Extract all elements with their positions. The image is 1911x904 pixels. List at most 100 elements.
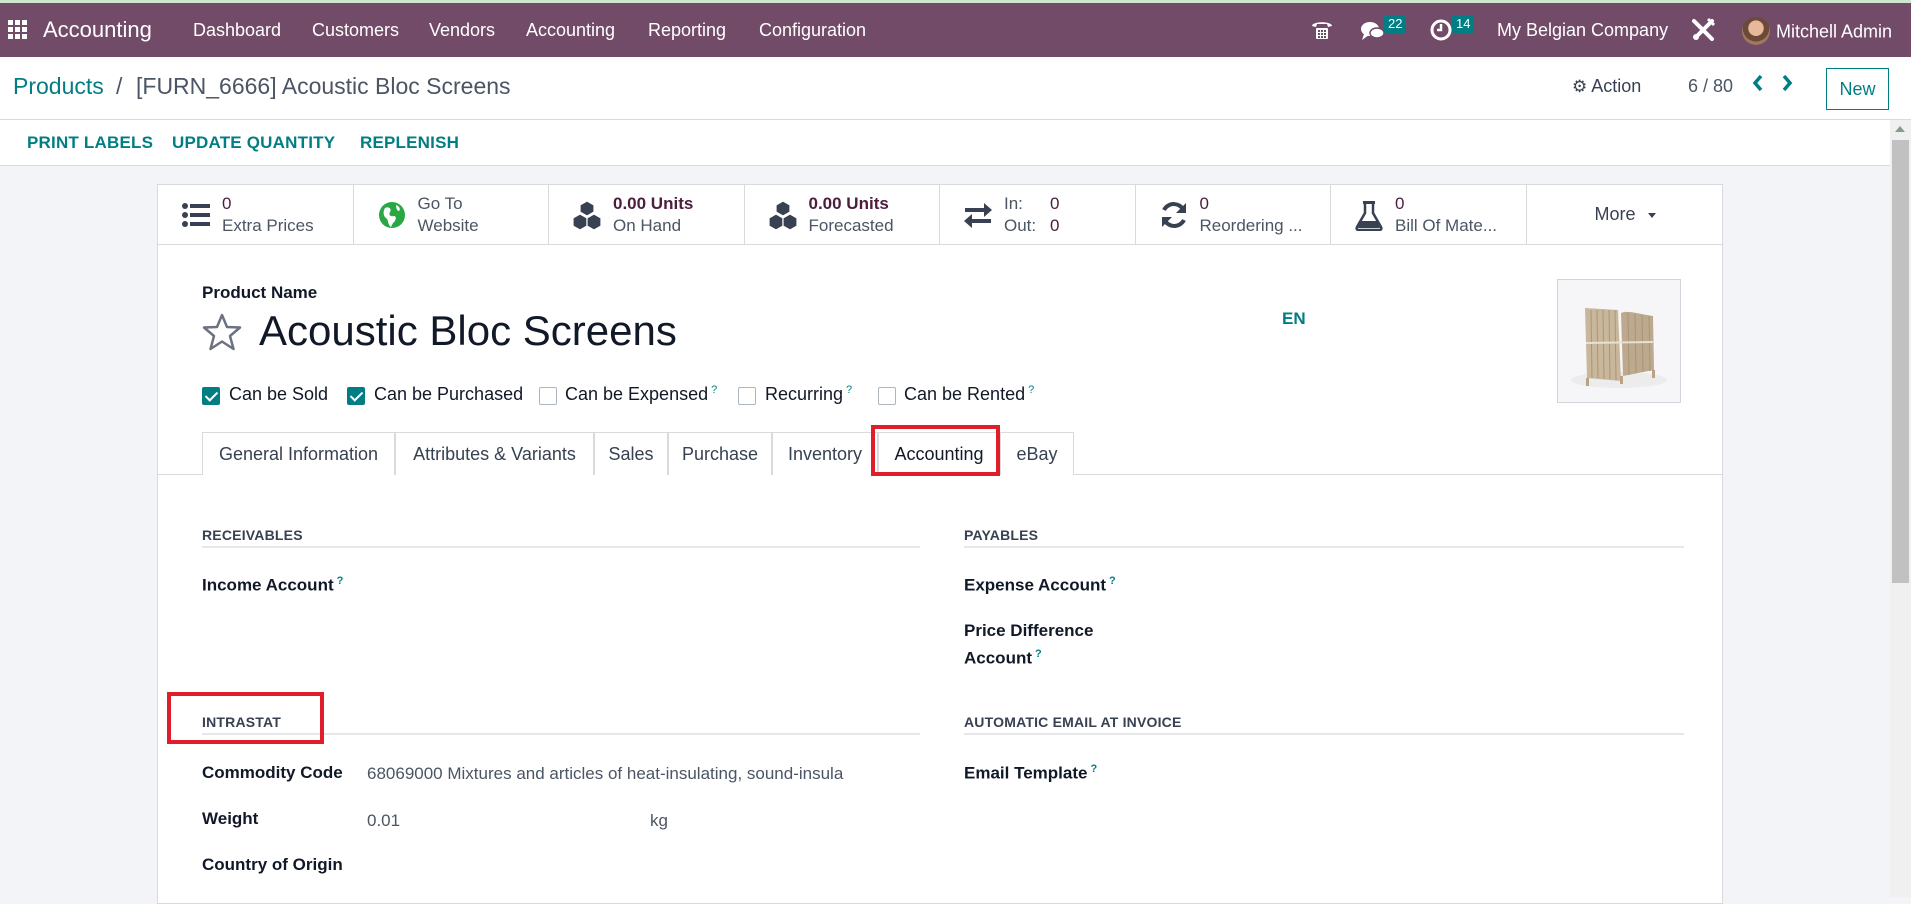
can-be-sold-checkbox[interactable]: [202, 387, 220, 405]
apps-menu-button[interactable]: [8, 3, 28, 57]
user-menu[interactable]: Mitchell Admin: [1742, 3, 1892, 57]
price-difference-account-input[interactable]: [1128, 617, 1678, 643]
help-icon[interactable]: ?: [846, 384, 852, 396]
tab-sales[interactable]: Sales: [594, 432, 668, 475]
tab-attributes-variants[interactable]: Attributes & Variants: [395, 432, 594, 475]
product-image[interactable]: [1557, 279, 1681, 403]
forecasted-button[interactable]: 0.00 Units Forecasted: [745, 185, 940, 244]
gear-icon: ⚙: [1572, 77, 1588, 96]
section-divider: [964, 733, 1684, 735]
can-be-purchased-checkbox[interactable]: [347, 387, 365, 405]
commodity-code-input[interactable]: 68069000 Mixtures and articles of heat-i…: [367, 764, 873, 784]
tab-accounting[interactable]: Accounting: [878, 432, 1000, 476]
replenish-button[interactable]: REPLENISH: [360, 120, 459, 166]
email-template-label: Email Template?: [964, 763, 1097, 784]
phone-icon: [1312, 22, 1332, 39]
smart-buttons-row: 0 Extra Prices Go To Website 0.00 Units …: [158, 185, 1722, 245]
voip-phone-button[interactable]: [1310, 3, 1334, 57]
language-button[interactable]: EN: [1282, 309, 1306, 329]
email-template-text: Email Template: [964, 763, 1088, 783]
page-scrollbar[interactable]: [1890, 120, 1911, 897]
top-navbar: Accounting Dashboard Customers Vendors A…: [0, 3, 1911, 57]
recurring-label[interactable]: Recurring?: [765, 384, 852, 405]
breadcrumb-separator: /: [116, 73, 123, 99]
activities-button[interactable]: [1430, 3, 1452, 57]
on-hand-button[interactable]: 0.00 Units On Hand: [549, 185, 745, 244]
bom-label: Bill Of Mate...: [1395, 216, 1498, 235]
in-out-moves-button[interactable]: In: 0 Out: 0: [940, 185, 1136, 244]
control-panel: Products / [FURN_6666] Acoustic Bloc Scr…: [0, 57, 1911, 120]
help-icon[interactable]: ?: [711, 384, 717, 396]
help-icon[interactable]: ?: [1028, 384, 1034, 396]
scrollbar-thumb[interactable]: [1892, 140, 1909, 583]
favorite-star-icon[interactable]: [202, 312, 242, 352]
messages-button[interactable]: [1360, 3, 1386, 57]
debug-tools-button[interactable]: [1690, 3, 1716, 57]
menu-customers[interactable]: Customers: [312, 3, 399, 57]
app-name[interactable]: Accounting: [43, 3, 152, 57]
menu-reporting[interactable]: Reporting: [648, 3, 726, 57]
pager-next-button[interactable]: [1781, 72, 1793, 98]
pager-previous-button[interactable]: [1752, 72, 1764, 98]
can-be-rented-checkbox[interactable]: [878, 387, 896, 405]
menu-dashboard[interactable]: Dashboard: [193, 3, 281, 57]
weight-input[interactable]: 0.01: [367, 811, 637, 831]
tab-purchase[interactable]: Purchase: [668, 432, 772, 475]
can-be-expensed-label[interactable]: Can be Expensed?: [565, 384, 717, 405]
country-of-origin-label: Country of Origin: [202, 855, 343, 874]
email-template-input[interactable]: [1128, 759, 1678, 785]
breadcrumb-products-link[interactable]: Products: [13, 73, 104, 100]
bom-count: 0: [1395, 194, 1405, 213]
price-difference-text: Account: [964, 648, 1032, 668]
can-be-expensed-text: Can be Expensed: [565, 384, 709, 404]
intrastat-section-title: INTRASTAT: [202, 714, 282, 730]
pager-value[interactable]: 6 / 80: [1688, 76, 1733, 97]
forecasted-quantity: 0.00 Units: [808, 194, 889, 213]
new-record-button[interactable]: New: [1826, 68, 1889, 110]
flask-icon: [1355, 201, 1383, 231]
list-icon: [182, 203, 210, 227]
menu-accounting[interactable]: Accounting: [526, 3, 615, 57]
help-icon[interactable]: ?: [1109, 575, 1116, 587]
tab-ebay[interactable]: eBay: [1000, 432, 1074, 475]
tools-icon: [1692, 17, 1716, 41]
price-difference-label: Price Difference: [964, 621, 1094, 640]
can-be-sold-label[interactable]: Can be Sold: [229, 384, 328, 405]
recurring-text: Recurring: [765, 384, 844, 404]
reordering-rules-button[interactable]: 0 Reordering ...: [1136, 185, 1331, 244]
can-be-expensed-checkbox[interactable]: [539, 387, 557, 405]
more-label: More: [1594, 204, 1636, 224]
tab-inventory[interactable]: Inventory: [772, 432, 878, 475]
expense-account-input[interactable]: [1128, 571, 1678, 597]
scroll-up-arrow-icon[interactable]: [1895, 126, 1905, 132]
bill-of-materials-button[interactable]: 0 Bill Of Mate...: [1331, 185, 1527, 244]
update-quantity-button[interactable]: UPDATE QUANTITY: [172, 120, 335, 166]
reordering-count: 0: [1199, 194, 1209, 213]
action-menu-button[interactable]: ⚙ Action: [1572, 76, 1641, 97]
can-be-purchased-label[interactable]: Can be Purchased: [374, 384, 523, 405]
price-difference-label-2: Account?: [964, 648, 1042, 669]
menu-vendors[interactable]: Vendors: [429, 3, 495, 57]
help-icon[interactable]: ?: [1035, 648, 1042, 660]
tab-general-information[interactable]: General Information: [202, 432, 395, 475]
notebook-tabs: General Information Attributes & Variant…: [158, 432, 1722, 476]
recurring-checkbox[interactable]: [738, 387, 756, 405]
can-be-rented-label[interactable]: Can be Rented?: [904, 384, 1034, 405]
print-labels-button[interactable]: PRINT LABELS: [27, 120, 153, 166]
company-switcher[interactable]: My Belgian Company: [1497, 3, 1668, 57]
messages-count-badge: 22: [1384, 15, 1407, 33]
income-account-input[interactable]: [366, 571, 916, 597]
product-name-field[interactable]: Acoustic Bloc Screens: [259, 307, 677, 355]
help-icon[interactable]: ?: [337, 575, 344, 587]
help-icon[interactable]: ?: [1090, 763, 1097, 775]
weight-label: Weight: [202, 809, 259, 828]
product-name-label: Product Name: [202, 283, 318, 302]
website-label: Website: [417, 216, 479, 235]
on-hand-label: On Hand: [613, 216, 682, 235]
extra-prices-button[interactable]: 0 Extra Prices: [158, 185, 354, 244]
menu-configuration[interactable]: Configuration: [759, 3, 866, 57]
action-label: Action: [1591, 76, 1642, 96]
go-to-website-button[interactable]: Go To Website: [354, 185, 549, 244]
more-dropdown-button[interactable]: More: [1527, 185, 1723, 244]
country-of-origin-input[interactable]: [367, 851, 873, 877]
